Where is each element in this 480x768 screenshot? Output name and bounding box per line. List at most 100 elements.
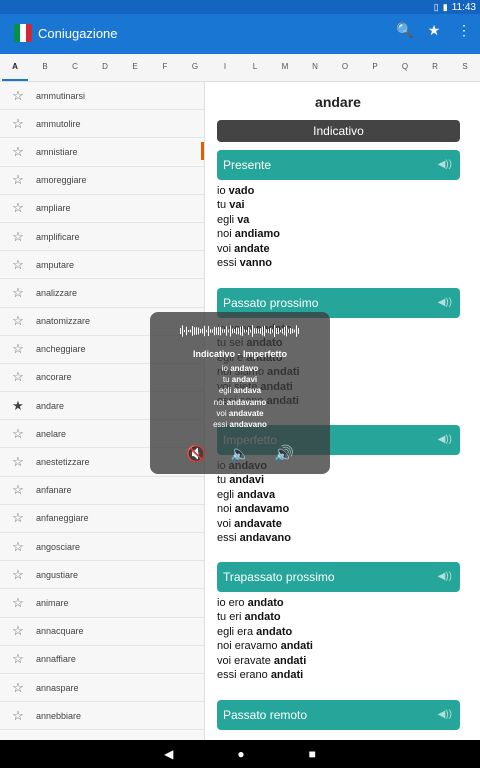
star-outline-icon[interactable]: ☆ — [0, 454, 36, 470]
letter-tab-c[interactable]: C — [60, 54, 90, 81]
star-outline-icon[interactable]: ☆ — [0, 539, 36, 555]
letter-tab-o[interactable]: O — [330, 54, 360, 81]
star-outline-icon[interactable]: ☆ — [0, 651, 36, 667]
back-icon[interactable]: ◀ — [164, 747, 173, 761]
letter-tab-s[interactable]: S — [450, 54, 480, 81]
letter-tab-p[interactable]: P — [360, 54, 390, 81]
speaker-icon[interactable]: ◀)) — [438, 425, 452, 455]
list-item[interactable]: ☆ annebbiare — [0, 702, 204, 731]
pronoun: tu eri — [217, 611, 245, 624]
verb-form: andavi — [229, 474, 265, 487]
star-outline-icon[interactable]: ☆ — [0, 200, 36, 216]
verb-label: ammutinarsi — [36, 90, 86, 101]
verb-form: va — [237, 213, 250, 226]
star-outline-icon[interactable]: ☆ — [0, 680, 36, 696]
volume-high-icon[interactable]: 🔊 — [273, 444, 295, 464]
verb-form: andava — [237, 488, 276, 501]
star-outline-icon[interactable]: ☆ — [0, 88, 36, 104]
italian-flag-icon — [14, 24, 32, 42]
overlay-line: io andavo — [221, 364, 259, 373]
speaker-icon[interactable]: ◀)) — [438, 288, 452, 318]
conjugation-line: tu andavi — [217, 473, 291, 487]
star-outline-icon[interactable]: ☆ — [0, 313, 36, 329]
star-outline-icon[interactable]: ☆ — [0, 369, 36, 385]
tense-header[interactable]: Passato remoto ◀)) — [217, 700, 460, 730]
star-outline-icon[interactable]: ☆ — [0, 116, 36, 132]
star-outline-icon[interactable]: ☆ — [0, 708, 36, 724]
letter-tab-n[interactable]: N — [300, 54, 330, 81]
star-outline-icon[interactable]: ☆ — [0, 172, 36, 188]
waveform-bar — [230, 325, 231, 337]
pronoun: egli — [217, 213, 238, 226]
star-outline-icon[interactable]: ☆ — [0, 426, 36, 442]
star-outline-icon[interactable]: ☆ — [0, 144, 36, 160]
letter-tab-g[interactable]: G — [180, 54, 210, 81]
list-item[interactable]: ☆ ammutinarsi — [0, 82, 204, 111]
list-item[interactable]: ☆ anfanare — [0, 477, 204, 505]
verb-label: ampliare — [36, 203, 71, 214]
star-outline-icon[interactable]: ☆ — [0, 229, 36, 245]
waveform-bar — [294, 329, 295, 333]
list-item[interactable]: ☆ amplificare — [0, 223, 204, 252]
list-item[interactable]: ☆ annacquare — [0, 618, 204, 646]
list-item[interactable]: ☆ animare — [0, 589, 204, 618]
recents-icon[interactable]: ■ — [309, 747, 316, 761]
star-outline-icon[interactable]: ☆ — [0, 341, 36, 357]
letter-tab-r[interactable]: R — [420, 54, 450, 81]
star-outline-icon[interactable]: ☆ — [0, 623, 36, 639]
waveform-bar — [256, 328, 257, 334]
pronoun: voi — [217, 242, 235, 255]
list-item[interactable]: ☆ annaffiare — [0, 646, 204, 674]
star-filled-icon[interactable]: ★ — [0, 398, 36, 414]
overflow-icon[interactable]: ⋮ — [456, 22, 472, 39]
waveform-bar — [220, 326, 221, 336]
star-outline-icon[interactable]: ☆ — [0, 567, 36, 583]
overlay-line: noi andavamo — [213, 397, 267, 407]
star-icon[interactable]: ★ — [426, 22, 442, 39]
verb-label: animare — [36, 597, 69, 608]
verb-form: andato — [256, 625, 293, 638]
scrollbar[interactable] — [201, 142, 204, 160]
verb-form: andavamo — [234, 503, 290, 516]
volume-low-icon[interactable]: 🔈 — [229, 444, 251, 464]
star-outline-icon[interactable]: ☆ — [0, 595, 36, 611]
mood-selector[interactable]: Indicativo — [217, 120, 460, 142]
list-item[interactable]: ☆ anfaneggiare — [0, 505, 204, 533]
list-item[interactable]: ☆ ammutolire — [0, 110, 204, 139]
list-item[interactable]: ☆ analizzare — [0, 279, 204, 308]
letter-tab-b[interactable]: B — [30, 54, 60, 81]
letter-tab-q[interactable]: Q — [390, 54, 420, 81]
list-item[interactable]: ☆ annaspare — [0, 674, 204, 703]
letter-tab-d[interactable]: D — [90, 54, 120, 81]
letter-tab-m[interactable]: M — [270, 54, 300, 81]
list-item[interactable]: ☆ ampliare — [0, 195, 204, 223]
list-item[interactable]: ☆ amputare — [0, 251, 204, 280]
speaker-icon[interactable]: ◀)) — [438, 562, 452, 592]
letter-tab-f[interactable]: F — [150, 54, 180, 81]
star-outline-icon[interactable]: ☆ — [0, 257, 36, 273]
star-outline-icon[interactable]: ☆ — [0, 482, 36, 498]
list-item[interactable]: ☆ amnistiare — [0, 138, 204, 167]
tense-header[interactable]: Trapassato prossimo ◀)) — [217, 562, 460, 592]
home-icon[interactable]: ● — [237, 747, 244, 761]
verb-form: andati — [270, 669, 304, 682]
search-icon[interactable]: 🔍 — [396, 22, 413, 39]
verb-label: annacquare — [36, 626, 84, 637]
speaker-icon[interactable]: ◀)) — [438, 150, 452, 180]
waveform-bar — [234, 328, 235, 334]
tense-header[interactable]: Presente ◀)) — [217, 150, 460, 180]
letter-tab-i[interactable]: I — [210, 54, 240, 81]
verb-form: andati — [280, 640, 313, 653]
mute-icon[interactable]: 🔇 — [185, 444, 207, 464]
letter-tab-l[interactable]: L — [240, 54, 270, 81]
list-item[interactable]: ☆ angosciare — [0, 533, 204, 562]
list-item[interactable]: ☆ amoreggiare — [0, 167, 204, 195]
star-outline-icon[interactable]: ☆ — [0, 285, 36, 301]
list-item[interactable]: ☆ angustiare — [0, 561, 204, 590]
pronoun: noi — [217, 503, 235, 516]
letter-tab-e[interactable]: E — [120, 54, 150, 81]
letter-tab-a[interactable]: A — [0, 54, 30, 81]
star-outline-icon[interactable]: ☆ — [0, 510, 36, 526]
speaker-icon[interactable]: ◀)) — [438, 700, 452, 730]
navigation-bar: ◀ ● ■ — [0, 740, 480, 768]
